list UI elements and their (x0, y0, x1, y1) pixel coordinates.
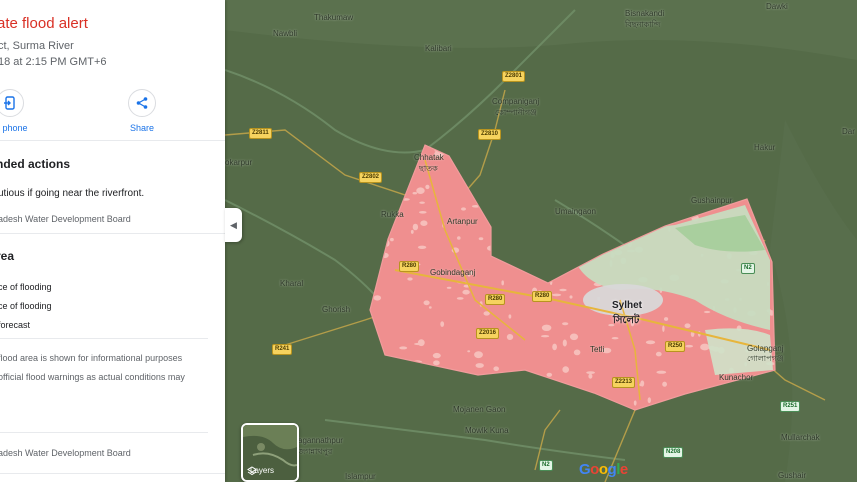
divider (0, 233, 225, 234)
place-label: okarpur (225, 158, 253, 167)
legend-item: ce of flooding (0, 282, 52, 292)
road-shield: Z2802 (359, 172, 383, 183)
legend-item: ce of flooding (0, 301, 52, 311)
place-label: Thakumaw (314, 13, 354, 22)
share-label: Share (129, 123, 155, 133)
city-label-sylhet: Sylhet (612, 300, 643, 311)
disclaimer-line: official flood warnings as actual condit… (0, 372, 185, 382)
collapse-panel-button[interactable]: ◀ (225, 208, 242, 242)
place-label: Mojanen Gaon (453, 405, 506, 414)
road-shield: R241 (272, 344, 293, 355)
place-label: agannathpur (298, 436, 343, 445)
map-canvas (225, 0, 857, 482)
place-label: গোলাপগঞ্জ (747, 354, 784, 363)
place-label: ছাতক (419, 164, 438, 173)
send-to-phone-icon (0, 89, 24, 117)
road-shield: N2 (741, 263, 755, 274)
road-shield: R280 (532, 291, 553, 302)
disclaimer-line: flood area is shown for informational pu… (0, 353, 183, 363)
place-label: Mowlk Kuna (465, 426, 509, 435)
divider (0, 432, 208, 433)
place-label: Hakur (754, 143, 776, 152)
road-shield: Z2810 (478, 129, 502, 140)
place-label: Gobindaganj (430, 268, 476, 277)
alert-location: ct, Surma River (0, 40, 74, 52)
alert-panel: rate flood alert ct, Surma River 18 at 2… (0, 0, 225, 482)
recommended-heading: nded actions (0, 157, 71, 171)
place-label: Bisnakandi (625, 9, 665, 18)
place-label: জগন্নাথপুর (298, 447, 333, 456)
place-label: Islampur (345, 472, 376, 481)
road-shield: Z2016 (476, 328, 500, 339)
road-shield: N2 (539, 460, 553, 471)
road-shield: N208 (663, 447, 684, 458)
place-label: Gushair (778, 471, 807, 480)
road-shield: Z2213 (612, 377, 636, 388)
place-label: Chhatak (414, 153, 444, 162)
place-label: Artanpur (447, 217, 478, 226)
divider (0, 140, 225, 141)
place-label: Kharal (280, 279, 304, 288)
road-shield: Z2811 (249, 128, 272, 139)
place-label: Kunachor (719, 373, 754, 382)
legend-item: forecast (0, 320, 31, 330)
place-label: Rukka (381, 210, 404, 219)
road-shield: R280 (399, 261, 420, 272)
layers-button[interactable]: Layers (241, 423, 299, 482)
send-to-phone-label: to phone (0, 123, 28, 133)
place-label: Kalibari (425, 44, 452, 53)
place-label: কোম্পানীগঞ্জ (495, 108, 537, 117)
place-label: Gushainpur (691, 196, 733, 205)
place-label: Companiganj (492, 97, 540, 106)
area-heading: rea (0, 249, 15, 263)
road-shield: R251 (780, 401, 801, 412)
recommended-text: utious if going near the riverfront. (0, 188, 145, 199)
place-label: Dawki (766, 2, 788, 11)
layers-label-wrap: Layers (247, 466, 274, 476)
place-label: বিছনাকান্দি (625, 20, 661, 29)
share-button[interactable]: Share (102, 89, 182, 133)
google-logo: Google (579, 461, 628, 478)
chevron-left-icon: ◀ (230, 219, 237, 230)
send-to-phone-button[interactable]: to phone (0, 89, 50, 133)
place-label: Nawbli (273, 29, 298, 38)
place-label: Ghorish (322, 305, 351, 314)
road-shield: Z2801 (502, 71, 526, 82)
place-label: Umaingaon (555, 207, 596, 216)
divider (0, 473, 225, 474)
place-label: Dar (842, 127, 855, 136)
map-view[interactable]: Thakumaw Bisnakandi বিছনাকান্দি Dawki Na… (225, 0, 857, 482)
place-label: Tetli (590, 345, 605, 354)
footer-source: adesh Water Development Board (0, 448, 131, 458)
place-label: Mullarchak (781, 433, 820, 442)
share-icon (128, 89, 156, 117)
alert-time: 18 at 2:15 PM GMT+6 (0, 56, 107, 68)
divider (0, 338, 208, 339)
city-label-sylhet-bn: সিলেট (613, 315, 640, 326)
road-shield: R250 (665, 341, 686, 352)
recommended-source: adesh Water Development Board (0, 214, 131, 224)
road-shield: R280 (485, 294, 506, 305)
place-label: Golapganj (747, 344, 784, 353)
alert-title: rate flood alert (0, 15, 88, 32)
